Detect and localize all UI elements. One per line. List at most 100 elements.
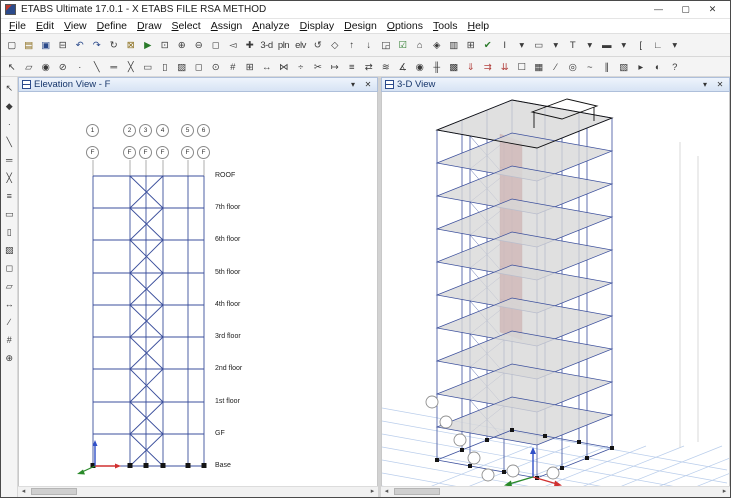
toolbar-button[interactable]: ⊙ [207,59,224,75]
toolbar-button[interactable]: ⇄ [360,59,377,75]
draw-toolbar-button[interactable]: ∕ [2,314,17,329]
menu-item[interactable]: Display [295,20,339,32]
toolbar-button[interactable]: ▥ [445,37,462,54]
toolbar-button[interactable]: ▾ [513,37,530,54]
toolbar-button[interactable]: ▾ [581,37,598,54]
toolbar-button[interactable]: ↑ [343,37,360,54]
toolbar-button[interactable]: ▨ [173,59,190,75]
toolbar-button[interactable]: ▢ [3,37,20,54]
toolbar-button[interactable]: ▾ [547,37,564,54]
toolbar-button[interactable]: ↶ [71,37,88,54]
toolbar-button[interactable]: ⊘ [54,59,71,75]
toolbar-button[interactable]: pln [275,37,292,54]
toolbar-button[interactable]: elv [292,37,309,54]
toolbar-button[interactable]: ╫ [428,59,445,75]
menu-item[interactable]: Help [463,20,495,32]
toolbar-button[interactable]: ▧ [615,59,632,75]
toolbar-button[interactable]: ◐ [649,59,666,75]
toolbar-button[interactable]: ▭ [139,59,156,75]
toolbar-button[interactable]: ╲ [88,59,105,75]
toolbar-button[interactable]: ⊡ [156,37,173,54]
menu-item[interactable]: Define [92,20,132,32]
scroll-track[interactable] [29,487,367,497]
horizontal-scrollbar[interactable]: ◂ ▸ [381,486,730,497]
toolbar-button[interactable]: ◎ [564,59,581,75]
toolbar-button[interactable]: ⊠ [122,37,139,54]
toolbar-button[interactable]: ▣ [37,37,54,54]
toolbar-button[interactable]: ⊕ [173,37,190,54]
menu-item[interactable]: Select [167,20,206,32]
3d-canvas[interactable] [381,92,730,486]
draw-toolbar-button[interactable]: ⊕ [2,350,17,365]
menu-item[interactable]: View [59,20,92,32]
menu-item[interactable]: Design [339,20,382,32]
draw-toolbar-button[interactable]: ╳ [2,170,17,185]
toolbar-button[interactable]: T [564,37,581,54]
draw-toolbar-button[interactable]: ▨ [2,242,17,257]
draw-toolbar-button[interactable]: # [2,332,17,347]
scroll-left-icon[interactable]: ◂ [18,487,29,497]
maximize-button[interactable]: ▢ [672,1,699,18]
toolbar-button[interactable]: ⊞ [241,59,258,75]
toolbar-button[interactable]: ∕ [547,59,564,75]
toolbar-button[interactable]: ☐ [513,59,530,75]
toolbar-button[interactable]: ☑ [394,37,411,54]
elevation-view-header[interactable]: Elevation View - F ▾ ✕ [18,77,378,92]
toolbar-button[interactable]: ▭ [530,37,547,54]
3d-view-header[interactable]: 3-D View ▾ ✕ [381,77,730,92]
toolbar-button[interactable]: [ [632,37,649,54]
toolbar-button[interactable]: 3-d [258,37,275,54]
toolbar-button[interactable]: ▯ [156,59,173,75]
menu-item[interactable]: Tools [428,20,463,32]
toolbar-button[interactable]: ↺ [309,37,326,54]
scroll-right-icon[interactable]: ▸ [719,487,730,497]
elevation-canvas[interactable]: 123456 FFFFFF ROOF 7th floor 6th floor 5th … [18,92,378,486]
toolbar-button[interactable]: ~ [581,59,598,75]
toolbar-button[interactable]: ⊖ [190,37,207,54]
toolbar-button[interactable]: ▩ [445,59,462,75]
toolbar-button[interactable]: ∟ [649,37,666,54]
toolbar-button[interactable]: ▦ [530,59,547,75]
toolbar-button[interactable]: ⇊ [496,59,513,75]
toolbar-button[interactable]: ◻ [190,59,207,75]
toolbar-button[interactable]: ↷ [88,37,105,54]
toolbar-button[interactable]: ◉ [411,59,428,75]
toolbar-button[interactable]: ? [666,59,683,75]
toolbar-button[interactable]: ◻ [207,37,224,54]
toolbar-button[interactable]: ↦ [326,59,343,75]
draw-toolbar-button[interactable]: ◆ [2,98,17,113]
toolbar-button[interactable]: ◅ [224,37,241,54]
toolbar-button[interactable]: ▾ [666,37,683,54]
draw-toolbar-button[interactable]: ∙ [2,116,17,131]
toolbar-button[interactable]: ═ [105,59,122,75]
draw-toolbar-button[interactable]: ▭ [2,206,17,221]
scroll-thumb[interactable] [394,488,440,495]
toolbar-button[interactable]: ◉ [37,59,54,75]
draw-toolbar-button[interactable]: ≡ [2,188,17,203]
draw-toolbar-button[interactable]: ↔ [2,296,17,311]
scroll-track[interactable] [392,487,719,497]
toolbar-button[interactable]: # [224,59,241,75]
toolbar-button[interactable]: ∡ [394,59,411,75]
toolbar-button[interactable]: ▶ [139,37,156,54]
toolbar-button[interactable]: ↔ [258,59,275,75]
scroll-thumb[interactable] [31,488,77,495]
panel-menu-icon[interactable]: ▾ [347,80,359,89]
toolbar-button[interactable]: ↖ [3,59,20,75]
toolbar-button[interactable]: I [496,37,513,54]
toolbar-button[interactable]: ✂ [309,59,326,75]
scroll-left-icon[interactable]: ◂ [381,487,392,497]
toolbar-button[interactable]: ÷ [292,59,309,75]
toolbar-button[interactable]: ▤ [20,37,37,54]
panel-menu-icon[interactable]: ▾ [699,80,711,89]
toolbar-button[interactable]: ◈ [428,37,445,54]
menu-item[interactable]: Assign [206,20,248,32]
toolbar-button[interactable]: ⇓ [462,59,479,75]
draw-toolbar-button[interactable]: ▯ [2,224,17,239]
toolbar-button[interactable]: ▾ [615,37,632,54]
draw-toolbar-button[interactable]: ╲ [2,134,17,149]
panel-close-icon[interactable]: ✕ [714,80,726,89]
menu-item[interactable]: Draw [132,20,167,32]
toolbar-button[interactable]: ✔ [479,37,496,54]
toolbar-button[interactable]: ▸ [632,59,649,75]
